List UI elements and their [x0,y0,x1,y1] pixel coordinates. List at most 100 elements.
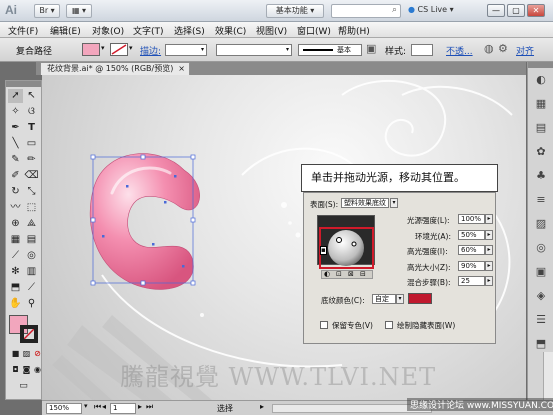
opacity-link[interactable]: 不透... [446,44,473,57]
light-intensity-field[interactable]: 100% [458,214,485,224]
scale-tool-icon[interactable]: ⤡ [24,185,39,199]
blob-brush-tool-icon[interactable]: ✐ [8,169,23,183]
stroke-panel-icon[interactable]: ≡ [533,192,549,207]
highlight-size-field[interactable]: 90% [458,261,485,271]
first-artboard-icon[interactable]: ⏮ [94,402,101,412]
pen-tool-icon[interactable]: ✒ [8,121,23,135]
stroke-panel-link[interactable]: 描边: [140,44,161,57]
brush-options-icon[interactable]: ▣ [366,42,376,55]
menu-object[interactable]: 对象(O) [92,24,124,37]
symbols-panel-icon[interactable]: ♣ [533,168,549,183]
stroke-color-icon[interactable] [20,325,38,343]
screen-mode-icon[interactable]: ▭ [16,379,31,393]
blend-steps-arrow[interactable]: ▸ [485,276,493,286]
zoom-level-field[interactable]: 150% [46,403,82,414]
graphic-styles-panel-icon[interactable]: ◈ [533,288,549,303]
last-artboard-icon[interactable]: ⏭ [146,402,153,412]
stroke-weight-field[interactable]: ▾ [165,44,207,56]
surface-select-arrow[interactable]: ▾ [390,198,398,208]
artboard-number-field[interactable]: 1 [110,403,136,414]
arrange-documents-button[interactable]: ▦ ▾ [66,4,92,18]
surface-select[interactable]: 塑料效果底纹 [341,198,389,208]
color-panel-icon[interactable]: ◐ [533,72,549,87]
free-transform-tool-icon[interactable]: ⬚ [24,201,39,215]
light-intensity-arrow[interactable]: ▸ [485,214,493,224]
color-guide-icon[interactable]: ▦ [533,96,549,111]
menu-help[interactable]: 帮助(H) [338,24,370,37]
fill-swatch[interactable] [82,43,100,56]
eraser-tool-icon[interactable]: ⌫ [24,169,39,183]
column-graph-tool-icon[interactable]: ▥ [24,265,39,279]
warp-tool-icon[interactable]: 〰 [8,201,23,215]
slice-tool-icon[interactable]: ⟋ [24,281,39,295]
eyedropper-tool-icon[interactable]: ⟋ [8,249,23,263]
perspective-grid-tool-icon[interactable]: ⟁ [24,217,39,231]
fill-dropdown-icon[interactable]: ▾ [101,44,105,52]
prev-artboard-icon[interactable]: ◂ [102,402,106,411]
swatches-panel-icon[interactable]: ▤ [533,120,549,135]
zoom-tool-icon[interactable]: ⚲ [24,297,39,311]
next-artboard-icon[interactable]: ▸ [138,402,142,411]
blend-tool-icon[interactable]: ◎ [24,249,39,263]
workspace-switcher[interactable]: 基本功能 ▾ [266,4,324,18]
light-source-handle-2[interactable] [351,241,357,247]
brushes-panel-icon[interactable]: ✿ [533,144,549,159]
shading-color-select[interactable]: 自定 [372,294,396,304]
menu-edit[interactable]: 编辑(E) [50,24,81,37]
highlight-intensity-arrow[interactable]: ▸ [485,245,493,255]
cs-live-button[interactable]: ● CS Live ▾ [408,5,454,14]
graphic-style-swatch[interactable] [411,44,433,56]
light-source-handle[interactable] [336,237,342,243]
hand-tool-icon[interactable]: ✋ [8,297,23,311]
direct-selection-tool-icon[interactable]: ↖ [24,89,39,103]
letter-c-artwork[interactable] [89,153,200,290]
transparency-panel-icon[interactable]: ◎ [533,240,549,255]
zoom-dropdown-icon[interactable]: ▾ [84,402,88,410]
delete-light-icon[interactable]: ⊠ [348,270,354,278]
highlight-intensity-field[interactable]: 60% [458,245,485,255]
brush-definition-field[interactable]: 基本 [298,44,362,56]
stroke-dropdown-icon[interactable]: ▾ [129,44,133,52]
mesh-tool-icon[interactable]: ▦ [8,233,23,247]
shading-color-swatch[interactable] [408,293,432,304]
rotate-tool-icon[interactable]: ↻ [8,185,23,199]
search-input[interactable]: ⌕ [331,4,401,18]
magic-wand-tool-icon[interactable]: ✧ [8,105,23,119]
preserve-spot-checkbox[interactable] [320,321,328,329]
blend-steps-field[interactable]: 25 [458,276,485,286]
shading-color-arrow[interactable]: ▾ [396,294,404,304]
symbol-sprayer-tool-icon[interactable]: ✻ [8,265,23,279]
lasso-tool-icon[interactable]: ଓ [24,105,39,119]
draw-hidden-faces-checkbox[interactable] [385,321,393,329]
paintbrush-tool-icon[interactable]: ✎ [8,153,23,167]
ambient-light-arrow[interactable]: ▸ [485,230,493,240]
menu-file[interactable]: 文件(F) [8,24,38,37]
minimize-button[interactable]: — [487,4,505,17]
type-tool-icon[interactable]: T [24,121,39,135]
gradient-tool-icon[interactable]: ▤ [24,233,39,247]
align-icon[interactable]: ⚙ [498,42,508,55]
dock-grip[interactable] [528,62,553,68]
stroke-swatch[interactable] [110,43,128,56]
align-panel-link[interactable]: 对齐 [516,44,534,57]
selection-tool-icon[interactable]: ➚ [8,89,23,103]
bridge-button[interactable]: Br ▾ [34,4,60,18]
recolor-icon[interactable]: ◍ [484,42,494,55]
layers-panel-icon[interactable]: ☰ [533,312,549,327]
lighting-sphere[interactable] [326,228,366,268]
tab-close-icon[interactable]: × [178,63,185,75]
appearance-panel-icon[interactable]: ▣ [533,264,549,279]
document-tab[interactable]: 花纹背景.ai* @ 150% (RGB/预览) × [40,62,190,75]
maximize-button[interactable]: ▢ [507,4,525,17]
close-button[interactable]: ✕ [527,4,545,17]
new-light-icon[interactable]: ⊡ [336,270,342,278]
artboards-panel-icon[interactable]: ⬒ [533,336,549,351]
gradient-panel-icon[interactable]: ▨ [533,216,549,231]
artboard-tool-icon[interactable]: ⬒ [8,281,23,295]
menu-select[interactable]: 选择(S) [174,24,205,37]
variable-width-field[interactable]: ▾ [216,44,292,56]
rectangle-tool-icon[interactable]: ▭ [24,137,39,151]
status-menu-icon[interactable]: ▸ [260,402,264,411]
menu-window[interactable]: 窗口(W) [297,24,331,37]
line-tool-icon[interactable]: ╲ [8,137,23,151]
